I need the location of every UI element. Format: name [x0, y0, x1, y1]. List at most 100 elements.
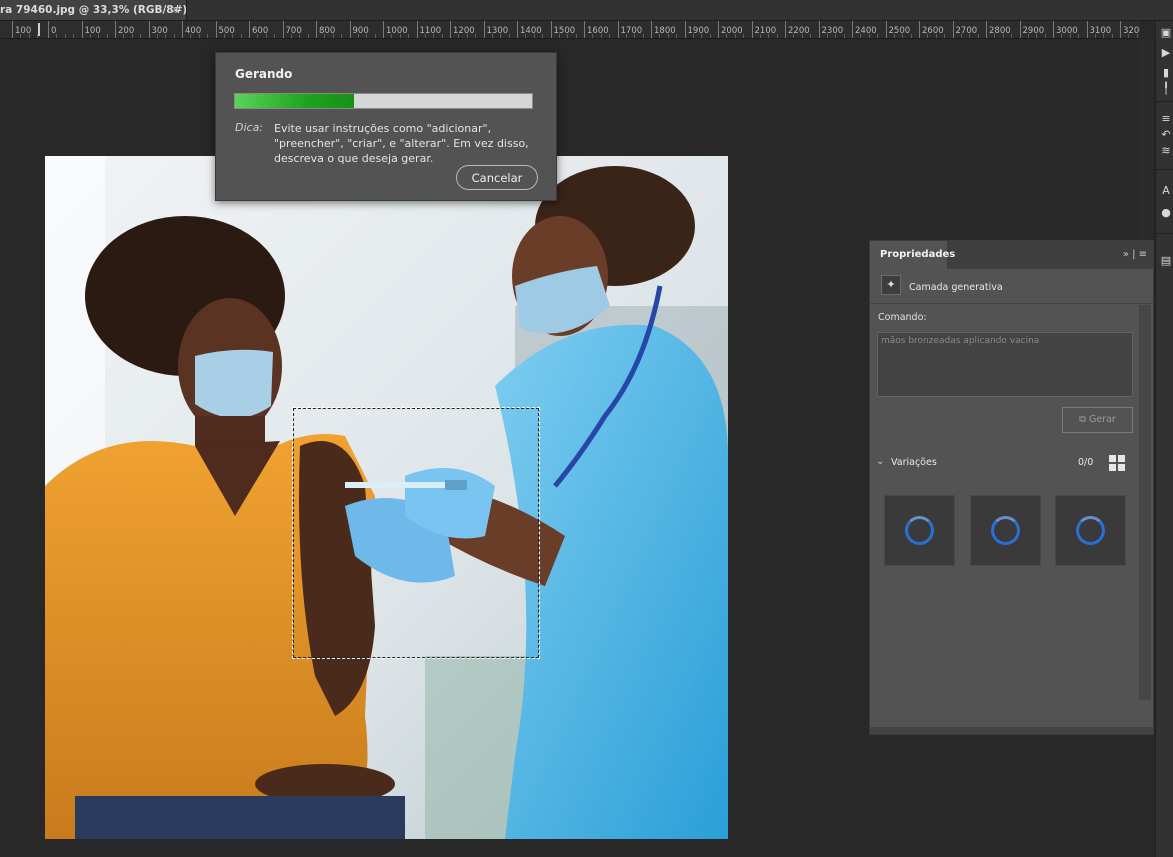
ruler-tick-label: 2900	[1019, 21, 1044, 38]
ruler-minor-tick	[424, 34, 426, 38]
properties-header: Propriedades » | ≡	[870, 241, 1153, 269]
ruler-minor-tick	[1094, 34, 1096, 38]
ruler-minor-tick	[366, 34, 368, 38]
ruler-minor-tick	[165, 34, 167, 38]
tip-text: Evite usar instruções como "adicionar", …	[274, 122, 529, 165]
ruler-minor-tick	[1061, 34, 1063, 38]
ruler-tick-label: 1700	[617, 21, 642, 38]
ruler-minor-tick	[307, 34, 309, 38]
ruler-minor-tick	[1103, 34, 1105, 38]
curve-icon[interactable]: ↶	[1160, 129, 1172, 141]
ruler-minor-tick	[743, 34, 745, 38]
cancel-button[interactable]: Cancelar	[456, 165, 538, 190]
ruler-tick-label: 1600	[584, 21, 609, 38]
vertical-scrollbar[interactable]	[1139, 39, 1153, 239]
comment-icon[interactable]: ▮	[1160, 67, 1172, 79]
marquee-selection[interactable]	[292, 407, 540, 659]
ruler-tick-label: 3000	[1053, 21, 1078, 38]
ruler-minor-tick	[324, 34, 326, 38]
ruler-tick-label: 2000	[718, 21, 743, 38]
canvas-image[interactable]	[45, 156, 728, 839]
loading-spinner-icon	[905, 516, 934, 545]
properties-icon[interactable]: ▤	[1160, 255, 1172, 267]
layer-type-row: ✦ Camada generativa	[870, 271, 1153, 304]
ruler-minor-tick	[1111, 34, 1113, 38]
ruler-minor-tick	[810, 34, 812, 38]
ruler-minor-tick	[28, 34, 30, 38]
ruler-minor-tick	[676, 34, 678, 38]
ruler-minor-tick	[927, 34, 929, 38]
command-input[interactable]: mãos bronzeadas aplicando vacina	[877, 332, 1133, 397]
ruler-minor-tick	[190, 34, 192, 38]
ruler-tick-label: 1400	[517, 21, 542, 38]
ruler-minor-tick	[1027, 34, 1029, 38]
generate-button[interactable]: ⧉ Gerar	[1062, 407, 1133, 433]
loading-spinner-icon	[991, 516, 1020, 545]
ruler-minor-tick	[1078, 34, 1080, 38]
generative-layer-icon: ✦	[881, 275, 901, 295]
ruler-minor-tick	[265, 34, 267, 38]
ruler-minor-tick	[868, 34, 870, 38]
ruler-minor-tick	[642, 34, 644, 38]
list-icon[interactable]: ≡	[1160, 113, 1172, 125]
ruler-minor-tick	[734, 34, 736, 38]
paragraph-icon[interactable]: ●	[1160, 207, 1172, 219]
ruler-tick-label: 2100	[751, 21, 776, 38]
horizontal-ruler[interactable]: 100 0 100 200 300 400 500 600 700 800 900 1000 1100 1…	[0, 21, 1140, 39]
loading-spinner-icon	[1076, 516, 1105, 545]
ruler-minor-tick	[893, 34, 895, 38]
ruler-tick-label: 1800	[651, 21, 676, 38]
panel-menu-icon[interactable]: » | ≡	[1123, 249, 1147, 260]
ruler-minor-tick	[902, 34, 904, 38]
ruler-minor-tick	[558, 34, 560, 38]
ruler-minor-tick	[709, 34, 711, 38]
ruler-minor-tick	[357, 34, 359, 38]
ruler-tick-label: 2500	[885, 21, 910, 38]
ruler-minor-tick	[441, 34, 443, 38]
ruler-tick-label: 1000	[383, 21, 408, 38]
document-tab[interactable]: ra 79460.jpg @ 33,3% (RGB/8#) ×	[0, 0, 187, 20]
grid-view-icon[interactable]	[1109, 455, 1125, 471]
ruler-minor-tick	[257, 34, 259, 38]
text-icon[interactable]: A	[1160, 185, 1172, 197]
document-icon[interactable]: ▣	[1160, 27, 1172, 39]
chevron-down-icon[interactable]: ⌄	[876, 456, 884, 467]
ruler-minor-tick	[994, 34, 996, 38]
ruler-minor-tick	[944, 34, 946, 38]
panel-scrollbar[interactable]	[1139, 305, 1151, 700]
variation-thumbnail[interactable]	[1055, 495, 1126, 566]
ruler-minor-tick	[290, 34, 292, 38]
ruler-minor-tick	[726, 34, 728, 38]
ruler-minor-tick	[592, 34, 594, 38]
variation-thumbnail[interactable]	[970, 495, 1041, 566]
variations-label: Variações	[891, 457, 937, 468]
close-icon[interactable]: ×	[171, 0, 180, 20]
ruler-minor-tick	[20, 34, 22, 38]
ruler-minor-tick	[140, 34, 142, 38]
variation-thumbnail[interactable]	[884, 495, 955, 566]
ruler-minor-tick	[64, 34, 66, 38]
ruler-minor-tick	[935, 34, 937, 38]
ruler-tick-label: 1200	[450, 21, 475, 38]
ruler-minor-tick	[1036, 34, 1038, 38]
ruler-tick-label: 3100	[1086, 21, 1111, 38]
photoshop-workspace: ra 79460.jpg @ 33,3% (RGB/8#) × 100 0 100 2…	[0, 0, 1173, 857]
ruler-minor-tick	[776, 34, 778, 38]
ruler-minor-tick	[106, 34, 108, 38]
ruler-tick-label: 1100	[416, 21, 441, 38]
ruler-minor-tick	[609, 34, 611, 38]
tab-properties[interactable]: Propriedades	[870, 241, 955, 269]
ruler-tick-label: 2600	[919, 21, 944, 38]
ruler-minor-tick	[793, 34, 795, 38]
strip-divider	[1156, 169, 1173, 170]
ruler-minor-tick	[508, 34, 510, 38]
document-tab-title: ra 79460.jpg @ 33,3% (RGB/8#)	[0, 4, 187, 16]
brush-icon[interactable]: ╿	[1160, 83, 1172, 95]
panel-resize-handle[interactable]	[870, 727, 1153, 734]
ruler-minor-tick	[525, 34, 527, 38]
play-icon[interactable]: ▶	[1160, 47, 1172, 59]
ruler-minor-tick	[458, 34, 460, 38]
adjust-icon[interactable]: ≋	[1160, 145, 1172, 157]
ruler-tick-label: 2700	[952, 21, 977, 38]
right-tool-strip: ▣ ▶ ▮ ╿ ≡ ↶ ≋ A ● ▤	[1155, 21, 1173, 857]
